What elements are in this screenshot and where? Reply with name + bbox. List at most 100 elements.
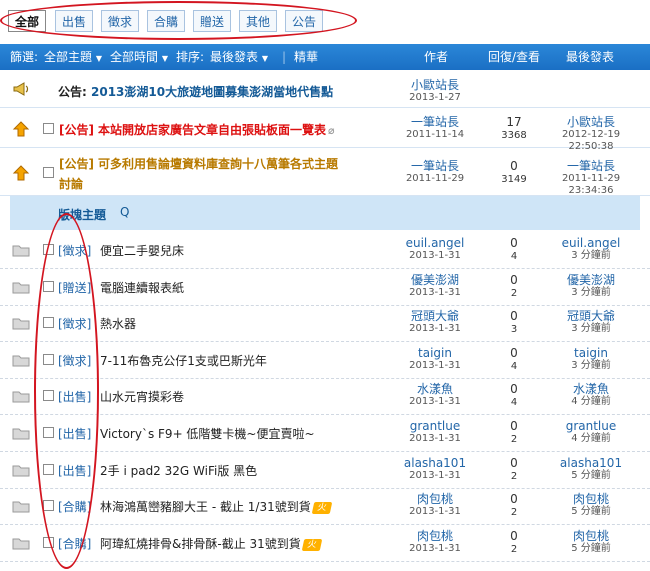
last-poster[interactable]: grantlue xyxy=(540,419,642,433)
thread-title-link[interactable]: 電腦連續報表紙 xyxy=(100,279,184,296)
thread-author[interactable]: 一筆站長 xyxy=(385,115,485,129)
thread-author[interactable]: taigin xyxy=(385,346,485,360)
refresh-icon[interactable]: Q xyxy=(120,205,129,219)
thread-author[interactable]: grantlue xyxy=(385,419,485,433)
last-post-time: 3 分鐘前 xyxy=(571,323,611,334)
table-row: [徵求] 便宜二手嬰兒床 euil.angel 2013-1-31 0 4 euil.ang… xyxy=(0,232,650,269)
table-row: [徵求] 7-11布魯克公仔1支或巴斯光年 taigin 2013-1-31 0 4 tai… xyxy=(0,342,650,379)
thread-title-continued[interactable]: 討論 xyxy=(59,175,83,192)
thread-tag[interactable]: [公告] xyxy=(59,121,94,138)
thread-tag[interactable]: [贈送] xyxy=(58,279,91,296)
reply-count: 0 xyxy=(510,382,518,396)
thread-checkbox[interactable] xyxy=(43,317,54,328)
thread-tag[interactable]: [徵求] xyxy=(58,315,91,332)
table-row: [出售] 山水元宵摸彩卷 水漾魚 2013-1-31 0 4 水漾魚 4 分鐘前 xyxy=(0,378,650,415)
thread-author[interactable]: 優美澎湖 xyxy=(385,273,485,287)
all-time-dropdown[interactable]: 全部時間 ▼ xyxy=(110,44,168,72)
thread-title-link[interactable]: 2手 i pad2 32G WiFi版 黑色 xyxy=(100,462,257,479)
last-poster[interactable]: 冠頭大爺 xyxy=(540,309,642,323)
view-count: 2 xyxy=(510,544,518,555)
thread-title-link[interactable]: 便宜二手嬰兒床 xyxy=(100,242,184,259)
thread-title-link[interactable]: Victory`s F9+ 低階雙卡機~便宜賣啦~ xyxy=(100,425,315,442)
thread-author[interactable]: alasha101 xyxy=(385,456,485,470)
thread-title-link[interactable]: 7-11布魯克公仔1支或巴斯光年 xyxy=(100,352,267,369)
thread-date: 2011-11-14 xyxy=(405,129,465,140)
reply-count: 17 xyxy=(506,115,522,129)
table-row: [合購] 阿瑋紅燒排骨&排骨酥-截止 31號到貨火肉包桃 2013-1-31 0 2 肉包… xyxy=(0,525,650,562)
thread-checkbox[interactable] xyxy=(43,354,54,365)
last-poster[interactable]: alasha101 xyxy=(540,456,642,470)
last-post-time: 5 分鐘前 xyxy=(571,470,611,481)
thread-title-link[interactable]: 可多利用售論壇資料庫查詢十八萬筆各式主題 xyxy=(98,155,338,172)
thread-tag[interactable]: [公告] xyxy=(59,155,94,172)
announcement-row: 公告: 2013澎湖10大旅遊地圖募集澎湖當地代售點 小歐站長 2013-1-2… xyxy=(0,72,650,108)
sort-dropdown[interactable]: 最後發表 ▼ xyxy=(210,44,268,72)
thread-checkbox[interactable] xyxy=(43,167,54,178)
thread-checkbox[interactable] xyxy=(43,244,54,255)
table-row: [徵求] 熱水器 冠頭大爺 2013-1-31 0 3 冠頭大爺 3 分鐘前 xyxy=(0,305,650,342)
last-poster[interactable]: 肉包桃 xyxy=(540,492,642,506)
last-poster[interactable]: 一筆站長 xyxy=(540,159,642,173)
thread-tag[interactable]: [徵求] xyxy=(58,242,91,259)
last-poster[interactable]: 優美澎湖 xyxy=(540,273,642,287)
tab-all[interactable]: 全部 xyxy=(8,10,46,32)
thread-tag[interactable]: [合購] xyxy=(58,535,91,552)
thread-checkbox[interactable] xyxy=(43,123,54,134)
folder-icon xyxy=(12,426,30,443)
table-row: [合購] 林海鴻萬巒豬腳大王 - 截止 1/31號到貨火肉包桃 2013-1-31 0… xyxy=(0,488,650,525)
reply-count: 0 xyxy=(510,159,518,173)
last-poster[interactable]: taigin xyxy=(540,346,642,360)
view-count: 2 xyxy=(510,507,518,518)
tab-group-buy[interactable]: 合購 xyxy=(147,10,185,32)
thread-date: 2013-1-31 xyxy=(409,250,461,261)
thread-title-link[interactable]: 阿瑋紅燒排骨&排骨酥-截止 31號到貨火 xyxy=(100,535,323,552)
tab-other[interactable]: 其他 xyxy=(239,10,277,32)
thread-tag[interactable]: [合購] xyxy=(58,498,91,515)
announcement-author[interactable]: 小歐站長 xyxy=(385,78,485,92)
table-row: [出售] Victory`s F9+ 低階雙卡機~便宜賣啦~ grantlue 201… xyxy=(0,415,650,452)
thread-author[interactable]: 冠頭大爺 xyxy=(385,309,485,323)
thread-tag[interactable]: [出售] xyxy=(58,462,91,479)
reply-count: 0 xyxy=(510,492,518,506)
all-topics-dropdown[interactable]: 全部主題 ▼ xyxy=(44,44,102,72)
last-poster[interactable]: 水漾魚 xyxy=(540,382,642,396)
last-poster[interactable]: 小歐站長 xyxy=(540,115,642,129)
thread-title-link[interactable]: 山水元宵摸彩卷 xyxy=(100,388,184,405)
thread-date: 2013-1-31 xyxy=(409,287,461,298)
pin-up-icon xyxy=(12,165,30,184)
thread-checkbox[interactable] xyxy=(43,281,54,292)
folder-icon xyxy=(12,280,30,297)
thread-tag[interactable]: [出售] xyxy=(58,388,91,405)
tab-announcement[interactable]: 公告 xyxy=(285,10,323,32)
view-count: 2 xyxy=(510,288,518,299)
tab-sell[interactable]: 出售 xyxy=(55,10,93,32)
thread-checkbox[interactable] xyxy=(43,427,54,438)
announcement-title-link[interactable]: 公告: 2013澎湖10大旅遊地圖募集澎湖當地代售點 xyxy=(58,83,333,100)
thread-author[interactable]: 肉包桃 xyxy=(385,529,485,543)
view-count: 3 xyxy=(510,324,518,335)
thread-author[interactable]: 一筆站長 xyxy=(385,159,485,173)
thread-date: 2013-1-31 xyxy=(409,360,461,371)
reply-count: 0 xyxy=(510,419,518,433)
thread-checkbox[interactable] xyxy=(43,500,54,511)
thread-author[interactable]: 肉包桃 xyxy=(385,492,485,506)
folder-icon xyxy=(12,316,30,333)
pin-up-icon xyxy=(12,121,30,140)
last-poster[interactable]: euil.angel xyxy=(540,236,642,250)
chevron-down-icon: ▼ xyxy=(261,54,268,63)
thread-checkbox[interactable] xyxy=(43,390,54,401)
thread-tag[interactable]: [徵求] xyxy=(58,352,91,369)
thread-title-link[interactable]: 本站開放店家廣告文章自由張貼板面一覽表 ⌀ xyxy=(98,121,335,138)
featured-link[interactable]: 精華 xyxy=(294,44,318,70)
last-poster[interactable]: 肉包桃 xyxy=(540,529,642,543)
thread-author[interactable]: 水漾魚 xyxy=(385,382,485,396)
thread-checkbox[interactable] xyxy=(43,464,54,475)
thread-checkbox[interactable] xyxy=(43,537,54,548)
thread-tag[interactable]: [出售] xyxy=(58,425,91,442)
thread-author[interactable]: euil.angel xyxy=(385,236,485,250)
column-replies-views: 回復/查看 xyxy=(488,50,541,64)
thread-title-link[interactable]: 熱水器 xyxy=(100,315,136,332)
thread-title-link[interactable]: 林海鴻萬巒豬腳大王 - 截止 1/31號到貨火 xyxy=(100,498,333,515)
tab-request[interactable]: 徵求 xyxy=(101,10,139,32)
tab-gift[interactable]: 贈送 xyxy=(193,10,231,32)
